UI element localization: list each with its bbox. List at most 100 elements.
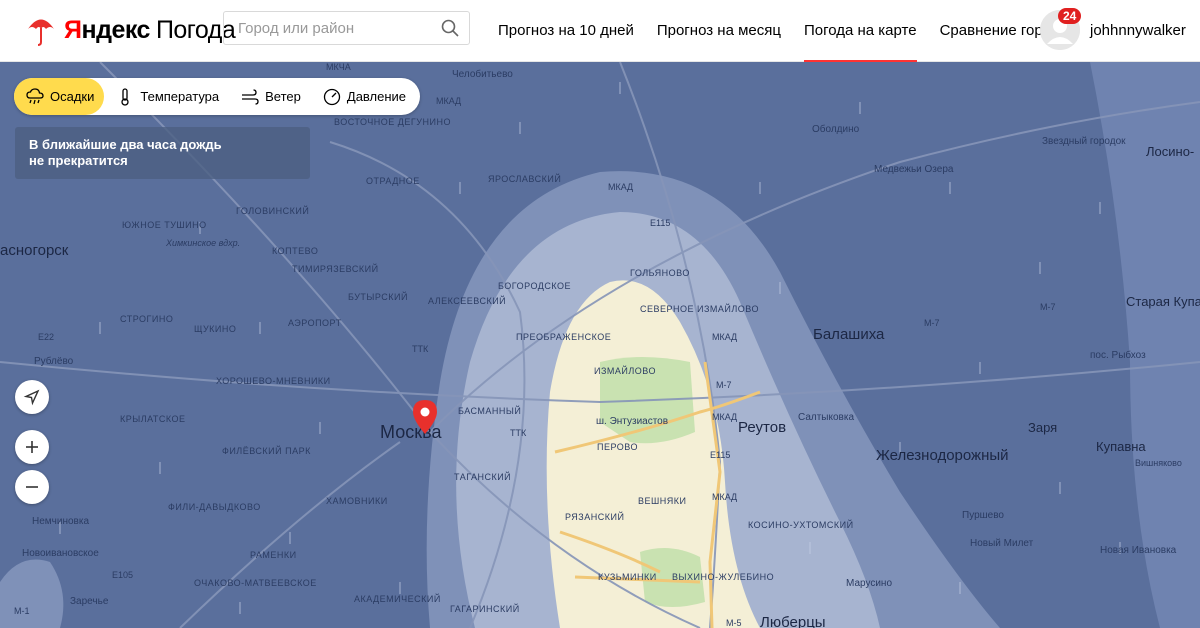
map-label-bogorodskoe: БОГОРОДСКОЕ [498, 281, 572, 291]
minus-icon [26, 486, 38, 488]
logo[interactable]: Яндекс Погода [26, 14, 236, 46]
layer-selector: Осадки Температура Ветер Давление [14, 78, 421, 115]
nowcast-line-1: В ближайшие два часа дождь [29, 137, 222, 152]
map-label-kupavna: Купавна [1096, 439, 1146, 454]
map-label-filipark: ФИЛИ-ДАВЫДКОВО [168, 502, 261, 512]
map-label-preobrazhenskoe: ПРЕОБРАЖЕНСКОЕ [516, 332, 612, 342]
map-label-zvezdny: Звездный городок [1042, 136, 1126, 147]
map-label-taganskiy: ТАГАНСКИЙ [454, 472, 512, 482]
wind-icon [242, 88, 259, 105]
map-label-m1: М-1 [14, 606, 30, 616]
map-label-golovinsky: ГОЛОВИНСКИЙ [236, 206, 310, 216]
location-pin-icon[interactable] [413, 400, 437, 434]
map-label-reutov: Реутов [738, 419, 787, 436]
user-menu[interactable]: 24 johhnnywalker [1040, 8, 1186, 50]
search-icon[interactable] [441, 19, 459, 37]
map-label-vykhino: ВЫХИНО-ЖУЛЕБИНО [672, 572, 775, 582]
map-label-kuzminki: КУЗЬМИНКИ [598, 572, 657, 582]
map-label-marusino: Марусино [846, 578, 893, 589]
map-label-krasnogorsk: асногорск [0, 242, 69, 259]
layer-wind[interactable]: Ветер [229, 78, 311, 115]
map-label-vishnyakovo: Вишняково [1135, 458, 1182, 468]
map-label-khimki-reservoir: Химкинское вдхр. [166, 238, 241, 248]
layer-pressure-label: Давление [346, 89, 407, 104]
search-input[interactable] [238, 19, 428, 37]
avatar[interactable]: 24 [1040, 8, 1082, 50]
map-label-ttk-1: ТТК [412, 344, 429, 354]
nav-weather-map[interactable]: Погода на карте [803, 0, 917, 62]
map-label-e22: E22 [38, 332, 55, 342]
nav-forecast-month[interactable]: Прогноз на месяц [657, 0, 781, 62]
header: ЯндексПогода Прогноз на 10 дней Прогноз … [0, 0, 1200, 62]
map-label-strogino: СТРОГИНО [120, 314, 174, 324]
search-box[interactable] [223, 11, 470, 45]
map-label-balashikha: Балашиха [813, 326, 885, 343]
map-label-ramenki: РАМЕНКИ [250, 550, 297, 560]
map-label-e115-2: E115 [710, 450, 731, 460]
notification-badge: 24 [1058, 8, 1082, 24]
map-label-shosse-entuziastov: ш. Энтузиастов [596, 416, 669, 427]
map-label-mkad-5: МКАД [712, 492, 738, 502]
map-label-mkad-3: МКАД [712, 332, 738, 342]
map-label-e105: E105 [112, 570, 134, 580]
map-label-mkcha: МКЧА [326, 62, 351, 72]
map-label-lyubertsy: Люберцы [760, 614, 826, 628]
map-label-mkad-4: МКАД [712, 412, 738, 422]
map-label-alekseevsky: АЛЕКСЕЕВСКИЙ [428, 296, 507, 306]
layer-temperature[interactable]: Температура [104, 78, 229, 115]
map-label-oboldino: Оболдино [812, 124, 860, 135]
layer-pressure[interactable]: Давление [311, 78, 416, 115]
map-label-koptevo: КОПТЕВО [272, 246, 319, 256]
username[interactable]: johhnnywalker [1090, 22, 1186, 39]
weather-map[interactable]: Осадки Температура Ветер Давление В ближ… [0, 62, 1200, 628]
map-label-zarechye: Заречье [70, 596, 109, 607]
map-label-rublevo: Рублёво [34, 356, 74, 367]
map-label-novoivanovskoe: Новоивановское [22, 548, 99, 559]
layer-precipitation-label: Осадки [50, 89, 95, 104]
map-label-otradnoe: ОТРАДНОЕ [366, 176, 420, 186]
layer-precipitation[interactable]: Осадки [14, 78, 105, 115]
main-nav: Прогноз на 10 дней Прогноз на месяц Пого… [498, 0, 1076, 62]
map-label-mkad-1: МКАД [436, 96, 462, 106]
locate-button[interactable] [15, 380, 49, 414]
map-label-vostochnoe: ВОСТОЧНОЕ ДЕГУНИНО [334, 117, 451, 127]
map-label-tushino: ЮЖНОЕ ТУШИНО [122, 220, 207, 230]
nowcast-line-2: не прекратится [29, 153, 128, 168]
nav-forecast-10-days[interactable]: Прогноз на 10 дней [498, 0, 634, 62]
layer-wind-label: Ветер [265, 89, 301, 104]
map-label-aeroport: АЭРОПОРТ [288, 318, 342, 328]
map-label-zarya: Заря [1028, 420, 1058, 435]
map-label-krylatskoe: КРЫЛАТСКОЕ [120, 414, 186, 424]
zoom-out-button[interactable] [15, 470, 49, 504]
map-label-m5: М-5 [726, 618, 742, 628]
map-label-timiryazevsky: ТИМИРЯЗЕВСКИЙ [292, 264, 379, 274]
map-label-izmailovo: ИЗМАЙЛОВО [594, 366, 656, 376]
map-label-m7-3: М-7 [1040, 302, 1056, 312]
map-label-medvezhi: Медвежьи Озера [874, 164, 954, 175]
map-label-saltykovka: Салтыковка [798, 412, 855, 423]
map-label-butyrsky: БУТЫРСКИЙ [348, 292, 408, 302]
map-label-veshnyaki: ВЕШНЯКИ [638, 496, 687, 506]
map-label-ryazansky: РЯЗАНСКИЙ [565, 512, 625, 522]
map-label-yaroslavsky: ЯРОСЛАВСКИЙ [488, 174, 562, 184]
map-label-e115-1: E115 [650, 218, 671, 228]
map-label-novy-milet: Новый Милет [970, 538, 1034, 549]
map-label-khoroshevo: ХОРОШЕВО-МНЕВНИКИ [216, 376, 331, 386]
map-label-perovo: ПЕРОВО [597, 442, 638, 452]
thermometer-icon [121, 87, 130, 106]
map-label-m7-2: М-7 [924, 318, 940, 328]
layer-temperature-label: Температура [140, 89, 220, 104]
map-label-staraya-kupavna: Старая Купа [1126, 294, 1200, 309]
map-label-shchukino: ЩУКИНО [194, 324, 237, 334]
logo-text: Яндекс Погода [64, 15, 236, 44]
zoom-in-button[interactable] [15, 430, 49, 464]
rain-cloud-icon [26, 87, 44, 104]
map-label-ryhoz: пос. Рыбхоз [1090, 350, 1146, 361]
map-label-filevsky: ФИЛЁВСКИЙ ПАРК [222, 446, 311, 456]
map-label-m7-1: М-7 [716, 380, 732, 390]
map-label-novaya: Новая Ивановка [1100, 545, 1177, 556]
map-label-zheleznodorozhny: Железнодорожный [876, 447, 1009, 464]
map-label-mkad-2: МКАД [608, 182, 634, 192]
location-arrow-icon [23, 389, 40, 406]
map-label-golyanovo: ГОЛЬЯНОВО [630, 268, 690, 278]
